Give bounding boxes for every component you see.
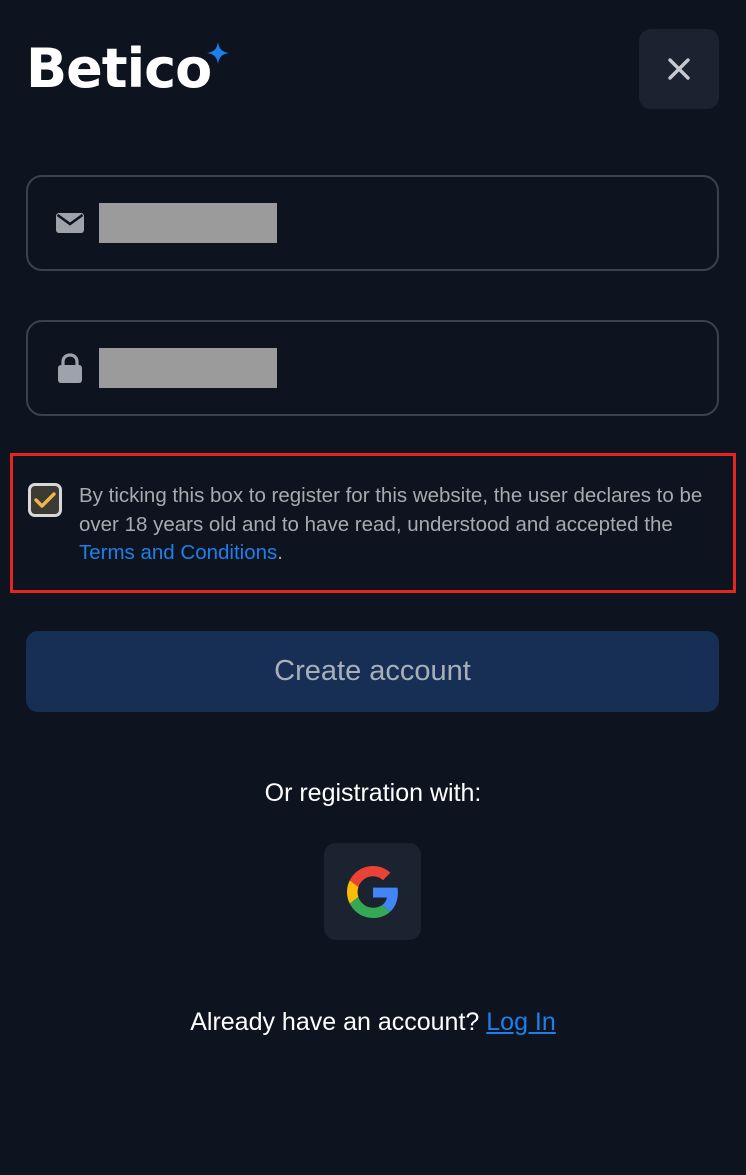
lock-icon [56, 353, 84, 383]
consent-text: By ticking this box to register for this… [79, 482, 724, 568]
login-link[interactable]: Log In [486, 1008, 556, 1036]
mail-icon [56, 208, 84, 238]
checkmark-icon [34, 492, 56, 508]
google-icon [346, 865, 398, 918]
login-prompt: Already have an account? Log In [0, 1005, 746, 1039]
brand-logo: Betico [26, 37, 230, 100]
sparkle-icon [207, 42, 230, 64]
consent-section: By ticking this box to register for this… [10, 453, 736, 593]
terms-link[interactable]: Terms and Conditions [79, 541, 277, 564]
close-icon [668, 58, 690, 80]
consent-text-end: . [277, 541, 283, 564]
password-field[interactable] [26, 320, 719, 416]
consent-text-body: By ticking this box to register for this… [79, 484, 703, 536]
login-prompt-text: Already have an account? [190, 1008, 480, 1036]
google-signin-button[interactable] [324, 843, 421, 940]
consent-checkbox[interactable] [28, 483, 62, 517]
email-field[interactable] [26, 175, 719, 271]
social-heading: Or registration with: [264, 779, 482, 807]
create-account-button[interactable]: Create account [26, 631, 719, 712]
password-value[interactable] [99, 348, 277, 388]
email-value[interactable] [99, 203, 277, 243]
close-button[interactable] [639, 29, 719, 109]
brand-name: Betico [26, 37, 212, 100]
